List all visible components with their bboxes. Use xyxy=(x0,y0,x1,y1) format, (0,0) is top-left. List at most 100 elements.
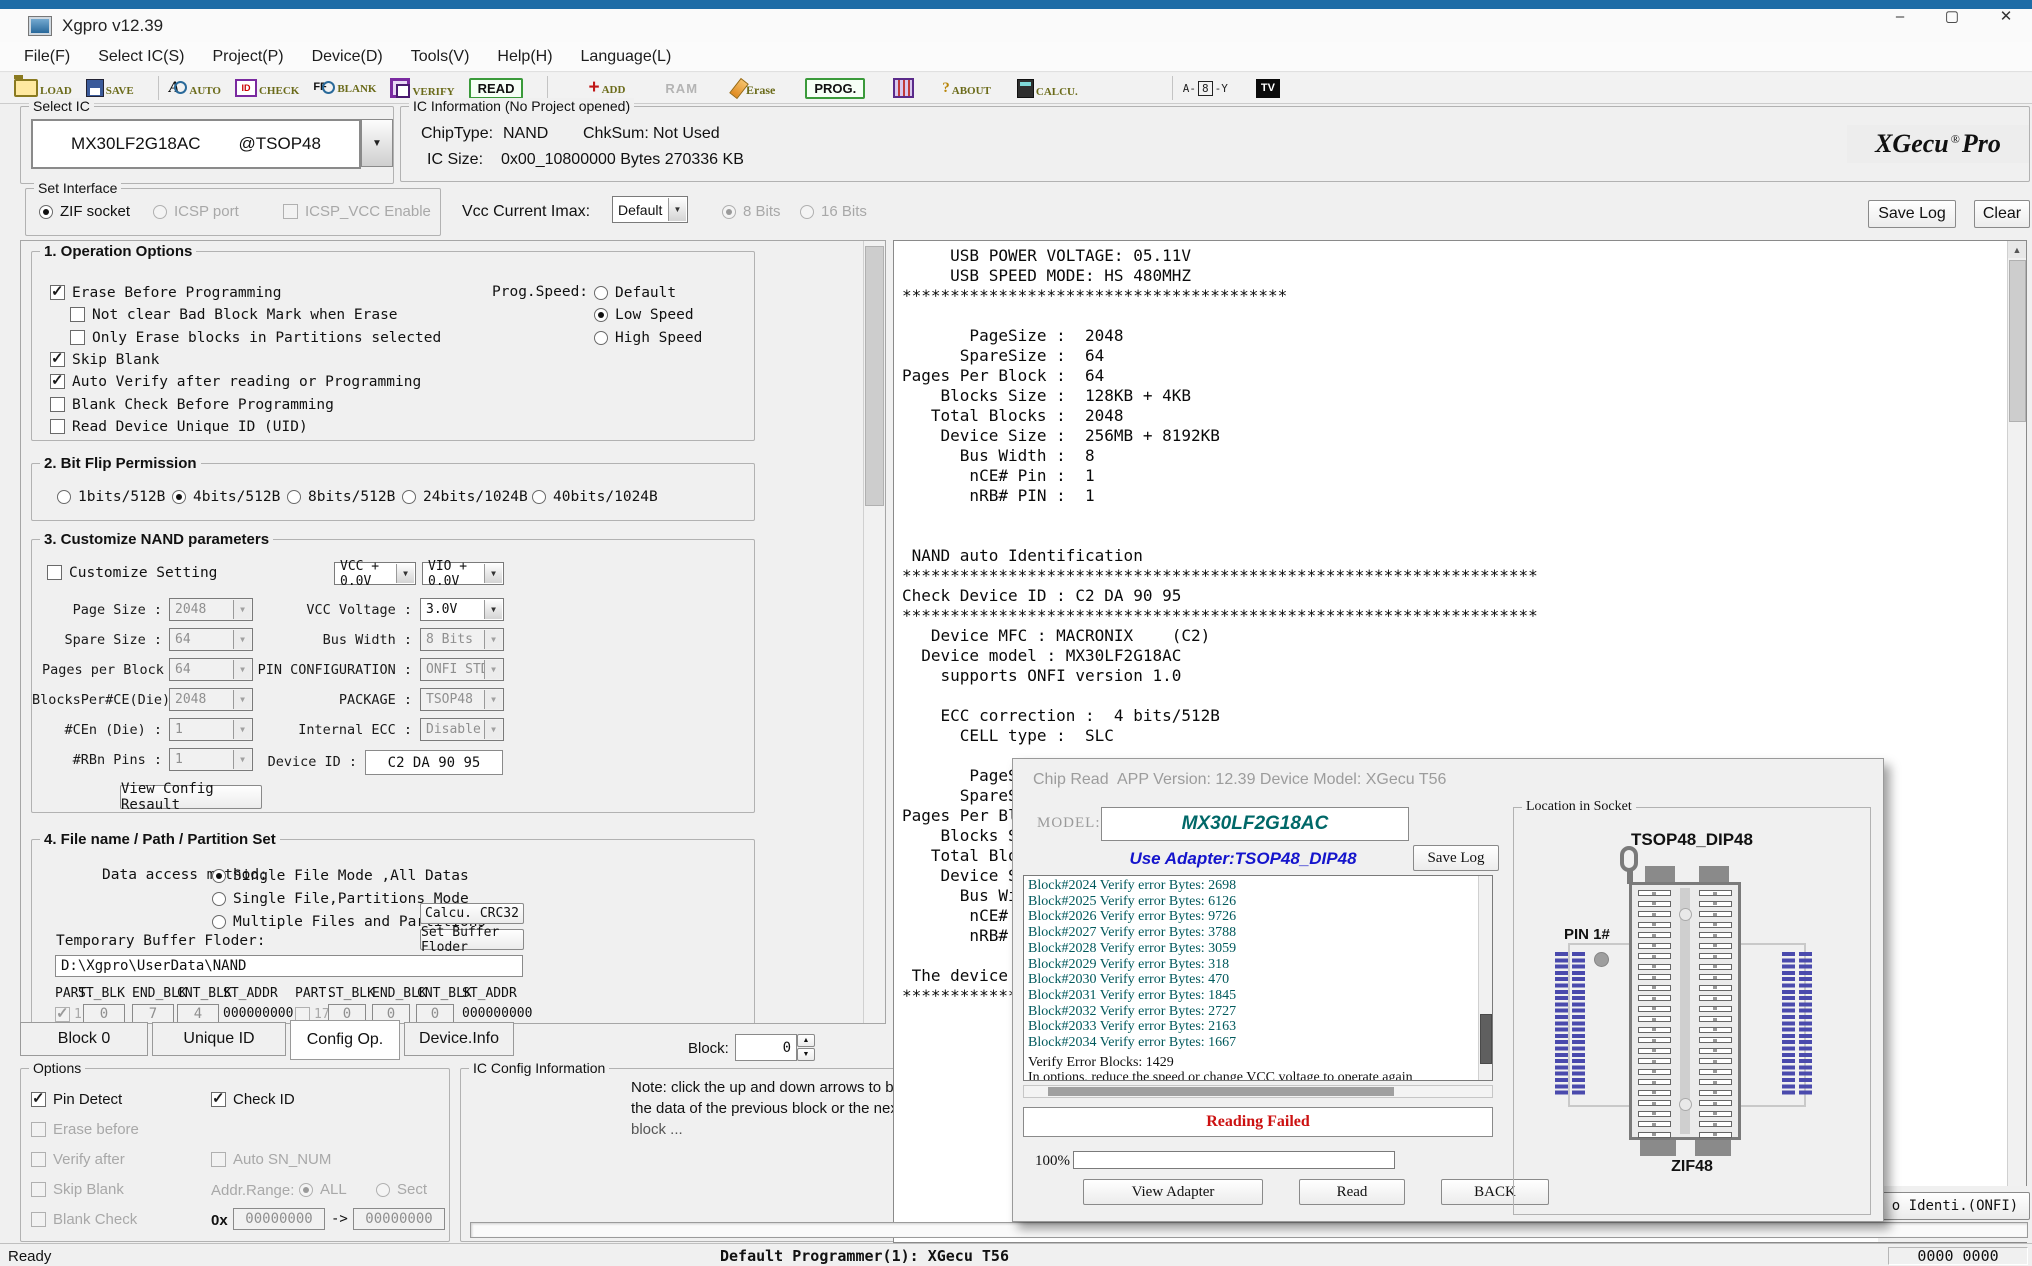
blank-check-before-checkbox[interactable]: Blank Check Before Programming xyxy=(50,396,334,413)
save-log-button[interactable]: Save Log xyxy=(1868,200,1956,228)
customize-setting-checkbox[interactable]: Customize Setting xyxy=(47,564,217,581)
view-config-result-button[interactable]: View Config Resault xyxy=(120,785,262,809)
set-buffer-folder-button[interactable]: Set Buffer Floder xyxy=(420,929,524,950)
chiptype-label: ChipType: xyxy=(421,125,493,143)
status-bar: Ready Default Programmer(1): XGecu T56 0… xyxy=(0,1243,2032,1266)
verify-error-list[interactable]: Block#2024 Verify error Bytes: 2698 Bloc… xyxy=(1023,875,1493,1081)
chip-test-button[interactable] xyxy=(893,78,914,98)
list-scrollbar[interactable] xyxy=(1478,876,1492,1080)
vio-offset-select[interactable]: VIO + 0.0V▼ xyxy=(422,562,504,585)
ic-config-note-line1: Note: click the up and down arrows to br… xyxy=(631,1079,934,1096)
vcc-imax-select[interactable]: Default ▼ xyxy=(612,196,688,223)
block-down-arrow[interactable]: ▼ xyxy=(797,1048,815,1061)
chip-pins-right-inner xyxy=(1782,952,1795,1096)
menu-item[interactable]: Device(D) xyxy=(298,48,397,66)
auto-verify-checkbox[interactable]: Auto Verify after reading or Programming xyxy=(50,373,421,390)
dropdown-arrow-icon: ▼ xyxy=(484,630,502,649)
menu-item[interactable]: File(F) xyxy=(10,48,84,66)
read-uid-checkbox[interactable]: Read Device Unique ID (UID) xyxy=(50,418,308,435)
bitflip-40bits-radio[interactable]: 40bits/1024B xyxy=(532,488,658,505)
menu-item[interactable]: Language(L) xyxy=(567,48,686,66)
blank-button[interactable]: FF BLANK xyxy=(313,81,376,95)
panel-scrollbar-thumb[interactable] xyxy=(865,246,884,506)
prog-button[interactable]: PROG. xyxy=(805,78,865,99)
check-id-checkbox[interactable]: Check ID xyxy=(211,1091,295,1108)
maximize-button[interactable]: ▢ xyxy=(1930,2,1974,30)
radio-icon xyxy=(153,205,167,219)
device-id-field[interactable]: C2 DA 90 95 xyxy=(365,750,503,775)
set-interface-group: Set Interface ZIF socket ICSP port ICSP_… xyxy=(25,188,441,236)
view-adapter-button[interactable]: View Adapter xyxy=(1083,1179,1263,1205)
verify-button[interactable]: VERIFY xyxy=(390,78,454,98)
menu-item[interactable]: Help(H) xyxy=(483,48,566,66)
dialog-title: Chip Read xyxy=(1033,771,1109,789)
erase-button[interactable]: Erase xyxy=(734,79,775,98)
auto-identify-onfi-button[interactable]: o Identi.(ONFI) xyxy=(1880,1192,2030,1220)
bitflip-24bits-radio[interactable]: 24bits/1024B xyxy=(402,488,528,505)
bitflip-1bits-radio[interactable]: 1bits/512B xyxy=(57,488,165,505)
erase-before-programming-checkbox[interactable]: Erase Before Programming xyxy=(50,284,282,301)
load-button[interactable]: LOAD xyxy=(14,79,72,97)
save-button[interactable]: SAVE xyxy=(86,79,134,97)
single-file-all-radio[interactable]: Single File Mode ,All Datas xyxy=(212,867,469,884)
buffer-folder-path-field[interactable]: D:\Xgpro\UserData\NAND xyxy=(55,955,523,977)
auto-button[interactable]: A AUTO xyxy=(169,79,221,97)
console-scrollbar[interactable]: ▲ ▼ xyxy=(2007,241,2026,1242)
calcu-crc32-button[interactable]: Calcu. CRC32 xyxy=(420,903,524,924)
dialog-read-button[interactable]: Read xyxy=(1299,1179,1405,1205)
vcc-voltage-select[interactable]: 3.0V▼ xyxy=(420,598,504,621)
bitflip-8bits-radio[interactable]: 8bits/512B xyxy=(287,488,395,505)
zif-socket-radio[interactable]: ZIF socket xyxy=(39,203,130,220)
list-hscrollbar-thumb[interactable] xyxy=(1048,1087,1394,1096)
list-scrollbar-thumb[interactable] xyxy=(1480,1014,1492,1064)
calculator-button[interactable]: CALCU. xyxy=(1017,79,1078,98)
select-ic-group: Select IC MX30LF2G18AC @TSOP48 ▼ xyxy=(20,106,394,184)
tab-device-info[interactable]: Device.Info xyxy=(404,1022,514,1056)
dialog-save-log-button[interactable]: Save Log xyxy=(1413,845,1499,871)
speed-low-radio[interactable]: Low Speed xyxy=(594,306,694,323)
progress-percent: 100% xyxy=(1035,1153,1070,1170)
vcc-offset-select[interactable]: VCC + 0.0V▼ xyxy=(334,562,416,585)
minimize-button[interactable]: – xyxy=(1878,2,1922,30)
skip-blank-checkbox[interactable]: Skip Blank xyxy=(50,351,159,368)
speed-high-radio[interactable]: High Speed xyxy=(594,329,702,346)
open-folder-icon xyxy=(14,79,38,97)
clear-button[interactable]: Clear xyxy=(1974,200,2030,228)
only-erase-partitions-checkbox[interactable]: Only Erase blocks in Partitions selected xyxy=(70,329,441,346)
menu-item[interactable]: Project(P) xyxy=(198,48,297,66)
zif48-label: ZIF48 xyxy=(1602,1158,1782,1176)
read-button[interactable]: READ xyxy=(469,78,524,99)
tab-unique-id[interactable]: Unique ID xyxy=(152,1022,286,1056)
not-clear-bad-block-checkbox[interactable]: Not clear Bad Block Mark when Erase xyxy=(70,306,398,323)
list-hscrollbar[interactable] xyxy=(1023,1085,1493,1098)
selected-ic-combobox[interactable]: MX30LF2G18AC @TSOP48 xyxy=(31,119,361,169)
xgecu-pro-logo: XGecu ® Pro xyxy=(1847,125,2029,163)
logic-tool-button[interactable]: A-8-Y xyxy=(1183,81,1228,96)
menu-item[interactable]: Select IC(S) xyxy=(84,48,198,66)
add-button[interactable]: + ADD xyxy=(588,80,625,96)
close-button[interactable]: ✕ xyxy=(1984,2,2028,30)
about-button[interactable]: ? ABOUT xyxy=(942,80,991,97)
chksum-label: ChkSum: xyxy=(583,125,649,143)
menu-item[interactable]: Tools(V) xyxy=(397,48,484,66)
ic-dropdown-arrow-button[interactable]: ▼ xyxy=(361,119,393,167)
console-scrollbar-thumb[interactable] xyxy=(2009,260,2026,422)
panel-scrollbar[interactable] xyxy=(863,241,884,1023)
tab-config-op[interactable]: Config Op. xyxy=(290,1020,400,1060)
toolbar-divider xyxy=(547,76,548,100)
addr-range-label: Addr.Range: xyxy=(211,1182,294,1199)
chksum-value: Not Used xyxy=(653,125,720,143)
window-accent-strip xyxy=(0,0,2032,9)
tv-tool-button[interactable]: TV xyxy=(1256,79,1280,98)
ic-package: @TSOP48 xyxy=(239,134,321,154)
chip-grid-icon xyxy=(893,78,914,98)
pin-detect-checkbox[interactable]: Pin Detect xyxy=(31,1091,122,1108)
about-label: ABOUT xyxy=(952,85,991,97)
tab-block0[interactable]: Block 0 xyxy=(20,1022,148,1056)
speed-default-radio[interactable]: Default xyxy=(594,284,676,301)
block-up-arrow[interactable]: ▲ xyxy=(797,1034,815,1047)
scroll-up-icon[interactable]: ▲ xyxy=(2008,241,2026,258)
block-number-field[interactable]: 0 xyxy=(735,1034,797,1061)
bitflip-4bits-radio[interactable]: 4bits/512B xyxy=(172,488,280,505)
check-button[interactable]: ID CHECK xyxy=(235,79,299,97)
